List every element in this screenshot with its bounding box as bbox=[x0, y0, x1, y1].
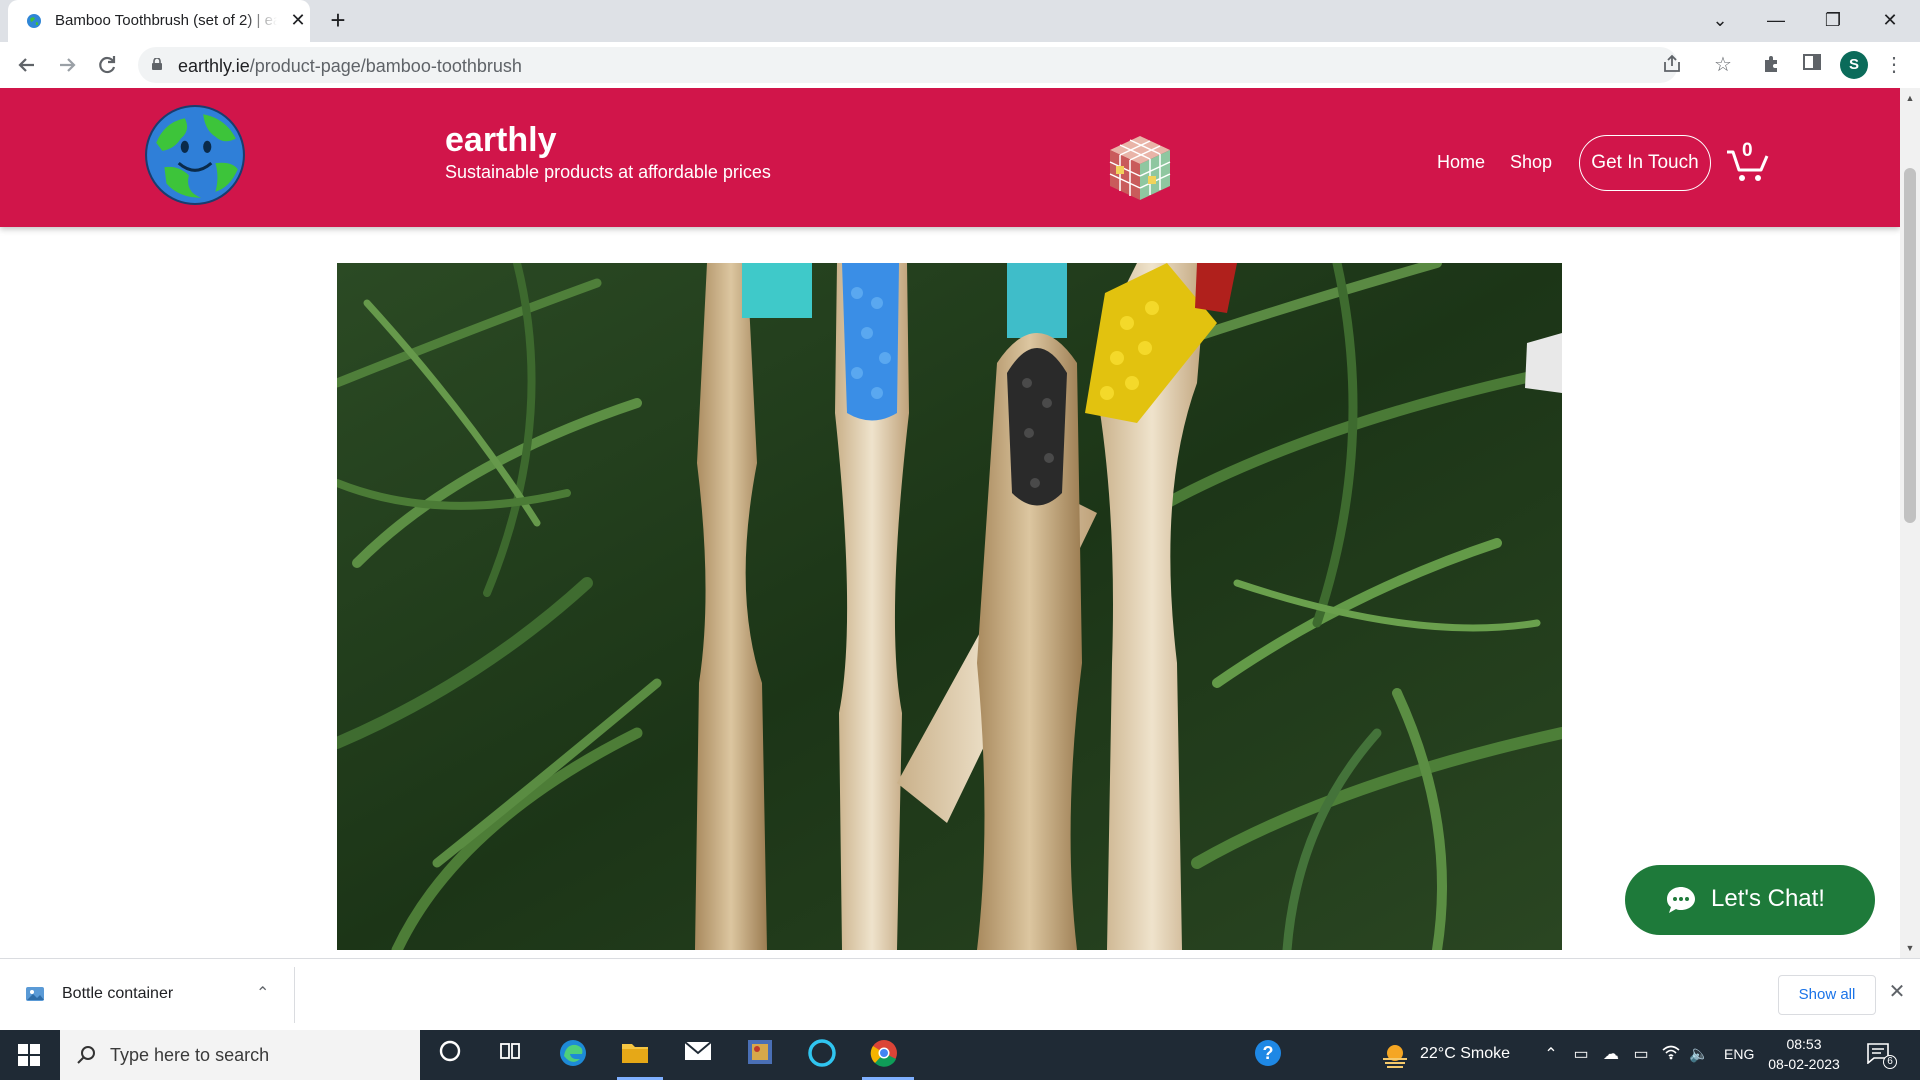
download-item[interactable]: Bottle container ⌃ bbox=[24, 977, 294, 1013]
mail-icon[interactable] bbox=[680, 1038, 716, 1074]
clock[interactable]: 08:53 08-02-2023 bbox=[1766, 1034, 1842, 1076]
edge-browser-icon[interactable] bbox=[555, 1038, 591, 1074]
url-host: earthly.ie bbox=[178, 56, 250, 76]
windows-taskbar: Type here to search ? 22°C Smoke ⌃ ▭ ☁ ▭… bbox=[0, 1030, 1920, 1080]
brand-tagline: Sustainable products at affordable price… bbox=[445, 162, 771, 182]
extensions-puzzle-icon[interactable] bbox=[1759, 52, 1785, 78]
share-icon[interactable] bbox=[1660, 53, 1684, 77]
notification-center-icon[interactable]: 6 bbox=[1866, 1042, 1897, 1070]
tab-search-icon[interactable]: ⌄ bbox=[1700, 4, 1740, 36]
reload-icon bbox=[99, 56, 116, 74]
side-panel-icon[interactable] bbox=[1799, 52, 1825, 78]
meet-now-icon[interactable]: ▭ bbox=[1570, 1044, 1592, 1066]
nav-shop-link[interactable]: Shop bbox=[1510, 152, 1552, 173]
arrow-right-icon bbox=[60, 58, 76, 72]
page-viewport: earthly Sustainable products at affordab… bbox=[0, 88, 1900, 958]
clock-date: 08-02-2023 bbox=[1768, 1056, 1840, 1072]
help-icon[interactable]: ? bbox=[1250, 1038, 1286, 1074]
scroll-thumb[interactable] bbox=[1904, 168, 1916, 523]
windows-start-icon[interactable] bbox=[18, 1044, 40, 1066]
browser-tab-strip: Bamboo Toothbrush (set of 2) | earthly ✕… bbox=[0, 0, 1920, 42]
chevron-up-icon[interactable]: ⌃ bbox=[256, 983, 269, 1003]
site-header: earthly Sustainable products at affordab… bbox=[0, 88, 1900, 227]
scroll-down-icon[interactable]: ▼ bbox=[1904, 942, 1916, 954]
volume-icon[interactable]: 🔈 bbox=[1688, 1044, 1710, 1066]
address-bar[interactable]: earthly.ie/product-page/bamboo-toothbrus… bbox=[138, 47, 1680, 83]
cortana-icon[interactable] bbox=[432, 1038, 468, 1074]
arrow-left-icon bbox=[18, 58, 34, 72]
taskbar-search-placeholder: Type here to search bbox=[110, 1045, 270, 1065]
wifi-icon[interactable] bbox=[1660, 1044, 1682, 1066]
close-window-button[interactable]: ✕ bbox=[1870, 4, 1910, 36]
svg-text:?: ? bbox=[1263, 1043, 1274, 1063]
download-divider bbox=[294, 967, 295, 1023]
show-hidden-icons-chevron-icon[interactable]: ⌃ bbox=[1540, 1044, 1562, 1066]
download-bar: Bottle container ⌃ Show all ✕ bbox=[0, 958, 1920, 1030]
lets-chat-button[interactable]: Let's Chat! bbox=[1625, 865, 1875, 935]
new-tab-button[interactable]: + bbox=[324, 6, 352, 34]
get-in-touch-button[interactable]: Get In Touch bbox=[1579, 135, 1711, 191]
chat-bubble-icon bbox=[1667, 887, 1695, 913]
clock-time: 08:53 bbox=[1786, 1036, 1822, 1052]
notification-count-badge: 6 bbox=[1883, 1055, 1897, 1069]
tab-title: Bamboo Toothbrush (set of 2) | earthly bbox=[55, 12, 277, 29]
brand-name[interactable]: earthly bbox=[445, 121, 557, 160]
reload-button[interactable] bbox=[92, 50, 122, 80]
photos-app-icon[interactable] bbox=[742, 1038, 778, 1074]
chrome-icon[interactable] bbox=[866, 1038, 902, 1074]
task-view-icon[interactable] bbox=[492, 1038, 528, 1074]
site-favicon-icon bbox=[27, 14, 41, 28]
bamboo-toothbrushes-photo bbox=[337, 263, 1562, 950]
alexa-icon[interactable] bbox=[804, 1038, 840, 1074]
profile-avatar[interactable]: S bbox=[1840, 51, 1868, 79]
back-button[interactable] bbox=[12, 50, 42, 80]
language-indicator[interactable]: ENG bbox=[1724, 1046, 1754, 1062]
image-file-icon bbox=[26, 987, 44, 1001]
restore-button[interactable]: ❐ bbox=[1813, 4, 1853, 36]
taskbar-search[interactable]: Type here to search bbox=[60, 1030, 420, 1080]
browser-toolbar: earthly.ie/product-page/bamboo-toothbrus… bbox=[0, 42, 1920, 88]
rubiks-cube-icon bbox=[1109, 136, 1171, 200]
file-explorer-icon[interactable] bbox=[617, 1038, 653, 1074]
url-path: /product-page/bamboo-toothbrush bbox=[249, 56, 522, 76]
nav-home-link[interactable]: Home bbox=[1437, 152, 1485, 173]
battery-icon[interactable]: ▭ bbox=[1630, 1044, 1652, 1066]
earth-logo-icon[interactable] bbox=[144, 104, 246, 206]
close-download-bar-icon[interactable]: ✕ bbox=[1886, 981, 1908, 1003]
cart-button[interactable]: 0 bbox=[1724, 140, 1774, 184]
lock-icon bbox=[152, 58, 162, 70]
product-image[interactable] bbox=[337, 263, 1562, 950]
url-text: earthly.ie/product-page/bamboo-toothbrus… bbox=[178, 56, 522, 77]
chat-label: Let's Chat! bbox=[1711, 885, 1825, 912]
minimize-button[interactable]: — bbox=[1756, 4, 1796, 36]
weather-sun-haze-icon[interactable] bbox=[1380, 1041, 1410, 1069]
page-scrollbar[interactable]: ▲ ▼ bbox=[1900, 88, 1920, 958]
bookmark-star-icon[interactable]: ☆ bbox=[1710, 52, 1736, 78]
forward-button[interactable] bbox=[52, 50, 82, 80]
browser-tab-active[interactable]: Bamboo Toothbrush (set of 2) | earthly ✕ bbox=[8, 0, 310, 42]
scroll-up-icon[interactable]: ▲ bbox=[1904, 92, 1916, 104]
download-file-name: Bottle container bbox=[62, 985, 174, 1002]
weather-text[interactable]: 22°C Smoke bbox=[1420, 1045, 1510, 1063]
search-icon bbox=[77, 1046, 95, 1064]
tab-close-icon[interactable]: ✕ bbox=[288, 10, 308, 30]
onedrive-cloud-icon[interactable]: ☁ bbox=[1600, 1044, 1622, 1066]
cart-count: 0 bbox=[1742, 140, 1753, 161]
more-menu-icon[interactable]: ⋮ bbox=[1881, 52, 1907, 78]
show-all-button[interactable]: Show all bbox=[1778, 975, 1876, 1015]
